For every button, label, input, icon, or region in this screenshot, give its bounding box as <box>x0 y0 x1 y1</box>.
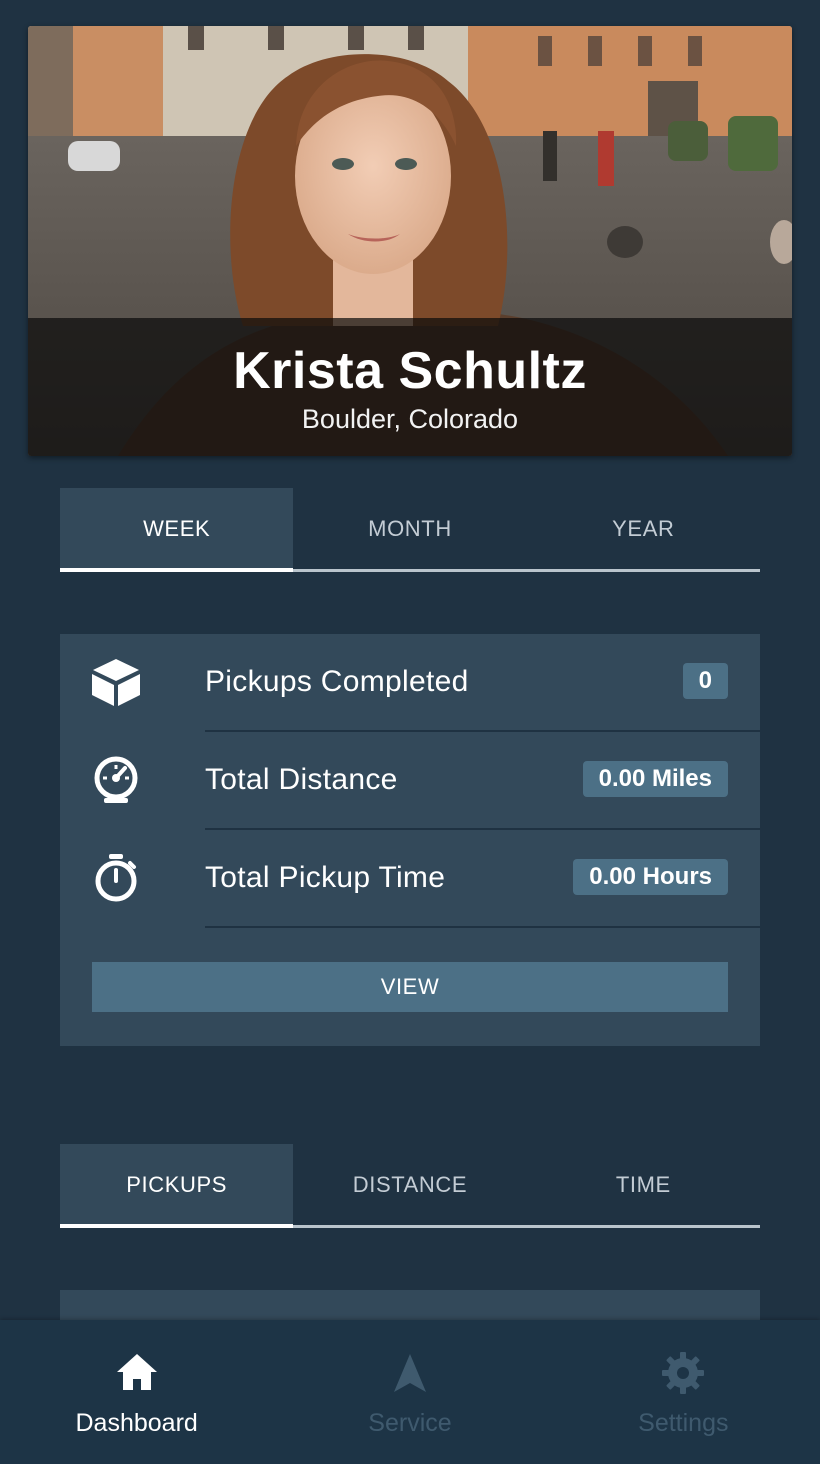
stopwatch-icon <box>95 854 137 902</box>
profile-name: Krista Schultz <box>233 342 587 400</box>
stat-row-time: Total Pickup Time 0.00 Hours <box>60 830 760 928</box>
stats-card: Pickups Completed 0 Total Distance 0.00 … <box>60 634 760 1046</box>
profile-card: Krista Schultz Boulder, Colorado <box>28 26 792 456</box>
chart-tabs: PICKUPS DISTANCE TIME <box>60 1144 760 1228</box>
tab-year[interactable]: YEAR <box>527 488 760 569</box>
stat-row-distance: Total Distance 0.00 Miles <box>60 732 760 830</box>
nav-label: Dashboard <box>75 1409 198 1437</box>
nav-label: Service <box>368 1409 452 1437</box>
tab-distance[interactable]: DISTANCE <box>293 1144 526 1225</box>
bottom-nav: Dashboard Service Settings <box>0 1320 820 1464</box>
stat-label: Pickups Completed <box>205 665 469 698</box>
tab-pickups[interactable]: PICKUPS <box>60 1144 294 1228</box>
divider <box>205 926 760 928</box>
stat-row-pickups: Pickups Completed 0 <box>60 634 760 732</box>
stat-value-badge: 0.00 Hours <box>573 859 728 895</box>
profile-location: Boulder, Colorado <box>301 404 519 434</box>
stat-label: Total Pickup Time <box>205 861 446 894</box>
navigation-arrow-icon <box>393 1354 426 1392</box>
nav-settings[interactable]: Settings <box>547 1320 820 1464</box>
stat-label: Total Distance <box>205 763 398 796</box>
nav-service[interactable]: Service <box>273 1320 546 1464</box>
stat-value-badge: 0 <box>682 663 728 699</box>
speedometer-icon <box>94 756 138 803</box>
gear-icon <box>662 1352 705 1394</box>
nav-label: Settings <box>638 1409 729 1437</box>
view-button[interactable]: VIEW <box>92 962 728 1012</box>
box-icon <box>92 659 140 706</box>
profile-banner: Krista Schultz Boulder, Colorado <box>28 318 792 456</box>
stat-value-badge: 0.00 Miles <box>582 761 728 797</box>
period-tabs: WEEK MONTH YEAR <box>60 488 760 572</box>
tab-week[interactable]: WEEK <box>60 488 294 572</box>
nav-dashboard[interactable]: Dashboard <box>0 1320 273 1464</box>
home-icon <box>116 1354 157 1390</box>
tab-time[interactable]: TIME <box>527 1144 760 1225</box>
tab-month[interactable]: MONTH <box>293 488 526 569</box>
